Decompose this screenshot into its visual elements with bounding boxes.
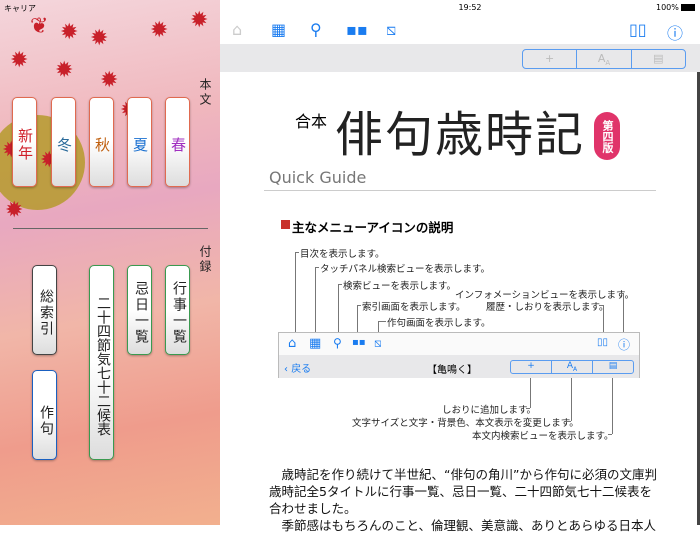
season-label: 夏 xyxy=(131,136,149,154)
season-label: 春 xyxy=(169,136,187,154)
paragraph: 季節感はもちろんのこと、倫理観、美意識、ありとあらゆる日本人 xyxy=(269,518,657,533)
carrier-label: キャリア xyxy=(4,4,36,13)
text-size-button[interactable]: AA xyxy=(577,50,632,68)
title-prefix: 合本 xyxy=(295,112,328,131)
callout-label: 目次を表示します。 xyxy=(300,249,385,260)
back-label: 戻る xyxy=(291,364,312,375)
appendix-label: 忌日一覧 xyxy=(133,281,149,345)
section-honbun-label: 本文 xyxy=(198,78,212,108)
add-bookmark-button[interactable]: + xyxy=(523,50,578,68)
index-icon[interactable]: ▪▪ xyxy=(346,20,368,39)
season-button-spring[interactable]: 春 xyxy=(165,97,190,187)
season-button-newyear[interactable]: 新年 xyxy=(12,97,37,187)
appendix-label: 総索引 xyxy=(38,289,54,337)
season-label: 新年 xyxy=(16,128,34,162)
appendix-button-solar-terms[interactable]: 二十四節気七十二候表 xyxy=(89,265,114,460)
divider xyxy=(264,190,656,191)
edition-badge: 第四版 xyxy=(594,112,620,160)
appendix-button-events[interactable]: 行事一覧 xyxy=(165,265,190,355)
back-link: ‹ 戻る xyxy=(284,364,312,375)
season-button-summer[interactable]: 夏 xyxy=(127,97,152,187)
callout-label: 文字サイズと文字・背景色、本文表示を変更します。 xyxy=(352,418,579,429)
appendix-button-index[interactable]: 総索引 xyxy=(32,265,57,355)
intro-text: 歳時記を作り続けて半世紀、“俳句の角川”から作句に必須の文庫判歳時記全5タイトル… xyxy=(269,466,659,534)
divider xyxy=(13,228,208,229)
book-icon[interactable]: ▯▯ xyxy=(629,20,647,39)
section-furoku-label: 付録 xyxy=(198,245,212,275)
callout-label: 履歴・しおりを表示します。 xyxy=(486,302,609,313)
clock: 19:52 xyxy=(458,3,482,12)
callout-label: 本文内検索ビューを表示します。 xyxy=(472,431,614,442)
callout-label: 索引画面を表示します。 xyxy=(362,302,466,313)
heading-square-icon xyxy=(281,220,290,229)
page-title-sample: 【亀鳴く】 xyxy=(427,365,477,376)
callout-label: しおりに追加します。 xyxy=(442,405,537,416)
info-icon[interactable]: ⓘ xyxy=(667,20,683,44)
battery-label: 100% xyxy=(656,3,679,12)
search-icon[interactable]: ⚲ xyxy=(310,20,322,39)
sidebar: ❦✹ ✹✹ ✹✹ ✹✹ ✹✹ ✹✹ キャリア 本文 新年 冬 秋 夏 春 付録 … xyxy=(0,0,220,525)
appendix-label: 二十四節気七十二候表 xyxy=(95,295,111,436)
appendix-button-compose[interactable]: 作句 xyxy=(32,370,57,460)
season-label: 冬 xyxy=(55,136,73,154)
appendix-button-memorial-days[interactable]: 忌日一覧 xyxy=(127,265,152,355)
home-icon[interactable]: ⌂ xyxy=(232,20,242,39)
book-title: 俳句歳時記 xyxy=(335,107,586,163)
in-text-search-button[interactable]: ▤ xyxy=(632,50,685,68)
season-button-autumn[interactable]: 秋 xyxy=(89,97,114,187)
callout-label: 作句画面を表示します。 xyxy=(387,318,491,329)
segmented-control: + AA ▤ xyxy=(522,49,686,69)
appendix-label: 行事一覧 xyxy=(171,281,187,345)
paragraph: 歳時記を作り続けて半世紀、“俳句の角川”から作句に必須の文庫判歳時記全5タイトル… xyxy=(269,467,657,516)
callout-label: タッチパネル検索ビューを表示します。 xyxy=(320,264,491,275)
grid-icon[interactable]: ▦ xyxy=(271,20,286,39)
battery-icon xyxy=(681,4,695,11)
toolbar-illustration: ⌂ ▦ ⚲ ▪▪ ⧅ ▯▯ ⓘ ‹ 戻る 【亀鳴く】 + AA ▤ xyxy=(278,332,640,378)
season-label: 秋 xyxy=(93,136,111,154)
callout-label: 検索ビューを表示します。 xyxy=(343,281,457,292)
section-heading: 主なメニューアイコンの説明 xyxy=(292,220,454,235)
season-button-winter[interactable]: 冬 xyxy=(51,97,76,187)
appendix-label: 作句 xyxy=(38,405,54,437)
compose-icon[interactable]: ⧅ xyxy=(386,20,396,40)
subtitle: Quick Guide xyxy=(269,168,367,187)
